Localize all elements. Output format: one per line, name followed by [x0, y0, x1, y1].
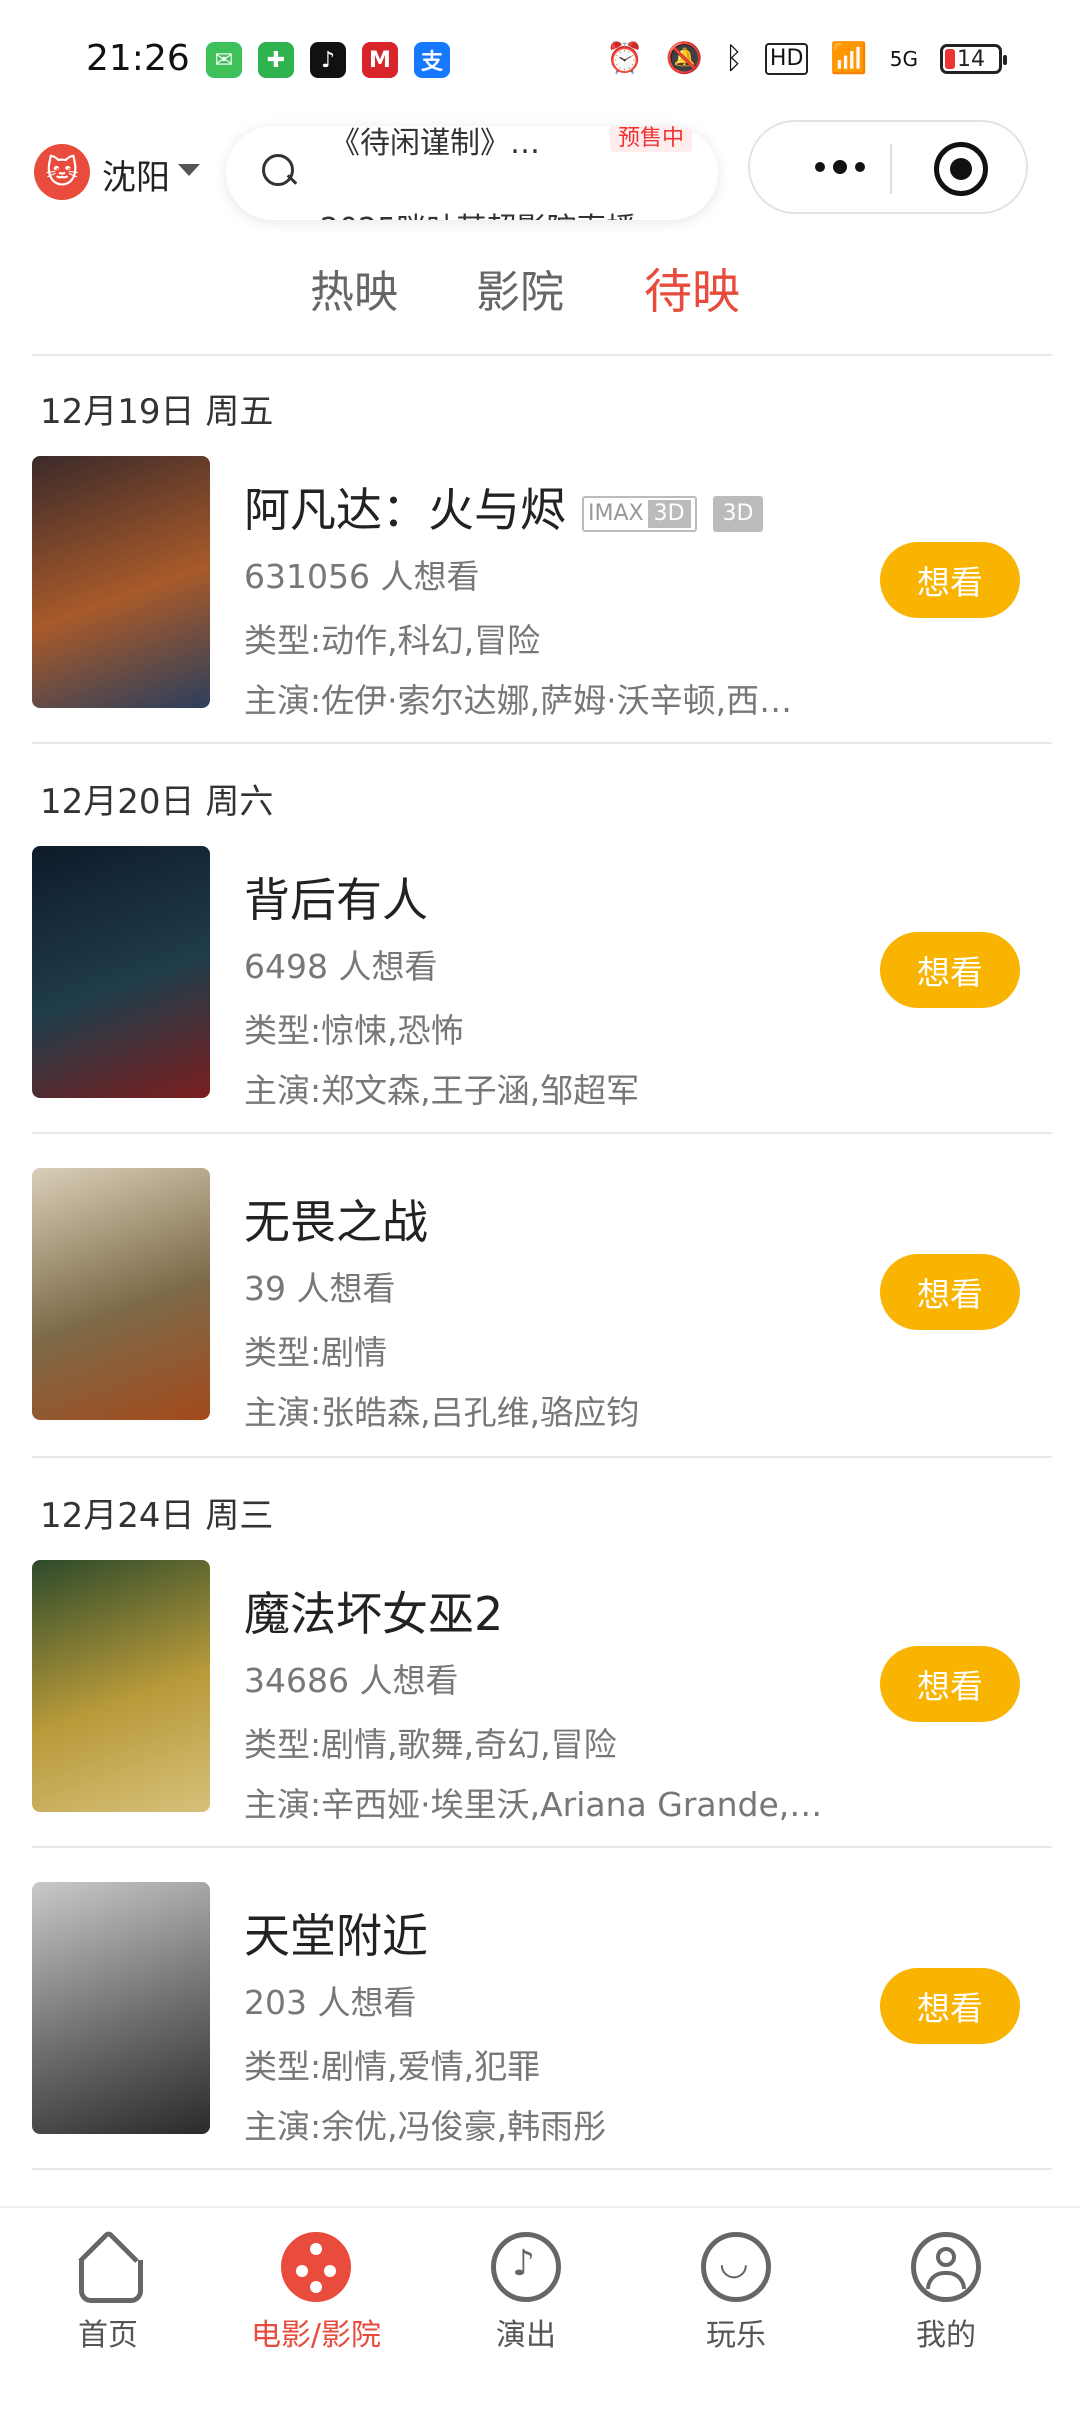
want-count: 34686 人想看 — [244, 1661, 459, 1700]
tabbar-label: 玩乐 — [706, 2318, 766, 2353]
search-hint-line2: 2025咪咕某超影院直播 — [320, 204, 636, 220]
wifi-icon: 📶 — [830, 41, 868, 76]
want-to-see-button[interactable]: 想看 — [880, 1646, 1020, 1722]
movie-poster[interactable] — [32, 1560, 210, 1812]
tag-3d: 3D — [647, 499, 691, 528]
tab-coming-soon[interactable]: 待映 — [644, 252, 740, 322]
group-divider — [32, 1456, 1052, 1458]
date-header: 12月24日 周三 — [40, 1496, 274, 1536]
city-caret-icon[interactable] — [178, 164, 200, 176]
search-hint-line1: 《待闲谨制》… — [330, 126, 540, 161]
want-to-see-button[interactable]: 想看 — [880, 932, 1020, 1008]
bottom-tab-bar: 首页 电影/影院 ♪ 演出 ◡ 玩乐 我的 — [0, 2206, 1080, 2412]
want-count: 203 人想看 — [244, 1983, 417, 2022]
movie-cast: 主演:郑文森,王子涵,邹超军 — [244, 1071, 640, 1110]
tag-imax: IMAX — [588, 500, 644, 526]
tiktok-app-icon: ♪ — [310, 42, 346, 78]
movie-title: 背后有人 — [244, 873, 428, 927]
item-divider — [32, 2168, 1052, 2170]
want-count: 631056 人想看 — [244, 557, 480, 596]
movie-poster[interactable] — [32, 1168, 210, 1420]
tabbar-fun[interactable]: ◡ 玩乐 — [666, 2232, 806, 2354]
battery-level: 14 — [957, 46, 985, 72]
date-header: 12月19日 周五 — [40, 392, 274, 432]
bluetooth-icon: ᛒ — [724, 41, 743, 76]
movie-cast: 主演:辛西娅·埃里沃,Ariana Grande,… — [244, 1785, 823, 1824]
signal-icon: 5G — [889, 47, 918, 71]
tabbar-label: 我的 — [916, 2318, 976, 2353]
movie-genre: 类型:动作,科幻,冒险 — [244, 621, 541, 660]
header: 🐱 沈阳 《待闲谨制》… 预售中 2025咪咕某超影院直播 — [0, 120, 1080, 230]
battery-icon: 14 — [940, 44, 1007, 74]
tabbar-label: 首页 — [78, 2318, 138, 2353]
want-to-see-button[interactable]: 想看 — [880, 542, 1020, 618]
format-tag: 3D — [712, 495, 764, 532]
home-icon — [73, 2232, 143, 2303]
movie-cast: 主演:余优,冯俊豪,韩雨彤 — [244, 2107, 607, 2146]
notification-app-icons: ✉ ✚ ♪ M 支 — [206, 42, 450, 78]
movie-poster[interactable] — [32, 846, 210, 1098]
search-icon — [262, 154, 298, 190]
maoyan-logo-icon[interactable]: 🐱 — [34, 144, 90, 200]
miniapp-capsule — [748, 120, 1028, 214]
movie-cast: 主演:佐伊·索尔达娜,萨姆·沃辛顿,西… — [244, 681, 793, 720]
movie-poster[interactable] — [32, 456, 210, 708]
movie-title: 无畏之战 — [244, 1195, 428, 1249]
film-reel-icon — [281, 2232, 351, 2302]
item-divider — [32, 1132, 1052, 1134]
tabs-divider — [32, 354, 1052, 356]
movie-genre: 类型:剧情 — [244, 1333, 388, 1372]
tabbar-home[interactable]: 首页 — [38, 2232, 178, 2354]
movie-poster[interactable] — [32, 1882, 210, 2134]
mute-icon: 🔕 — [665, 41, 703, 76]
close-miniapp-icon[interactable] — [934, 142, 988, 196]
want-count: 39 人想看 — [244, 1269, 396, 1308]
tabbar-mine[interactable]: 我的 — [876, 2232, 1016, 2354]
tab-now-showing[interactable]: 热映 — [310, 256, 398, 320]
presale-badge: 预售中 — [610, 126, 693, 152]
city-selector[interactable]: 沈阳 — [102, 150, 170, 199]
movie-genre: 类型:剧情,歌舞,奇幻,冒险 — [244, 1725, 617, 1764]
want-to-see-button[interactable]: 想看 — [880, 1968, 1020, 2044]
alipay-app-icon: 支 — [414, 42, 450, 78]
movie-title: 阿凡达：火与烬 — [244, 483, 566, 537]
security-app-icon: ✚ — [258, 42, 294, 78]
tabbar-label: 演出 — [496, 2318, 556, 2353]
system-icons: ⏰ 🔕 ᛒ HD 📶 5G 14 — [606, 40, 1007, 78]
alarm-icon: ⏰ — [606, 41, 644, 76]
tabbar-shows[interactable]: ♪ 演出 — [456, 2232, 596, 2354]
message-app-icon: ✉ — [206, 42, 242, 78]
capsule-separator — [890, 144, 892, 194]
movie-title: 魔法坏女巫2 — [244, 1587, 504, 1641]
hd-icon: HD — [764, 43, 809, 75]
status-time: 21:26 — [86, 38, 190, 79]
movie-title: 天堂附近 — [244, 1909, 428, 1963]
tabbar-label: 电影/影院 — [250, 2318, 382, 2353]
search-bar[interactable]: 《待闲谨制》… 预售中 2025咪咕某超影院直播 — [226, 126, 718, 220]
movie-title-wrap: 阿凡达：火与烬 IMAX 3D 3D — [244, 474, 764, 540]
more-menu-icon[interactable] — [790, 130, 890, 204]
smile-icon: ◡ — [701, 2232, 771, 2302]
movie-genre: 类型:惊悚,恐怖 — [244, 1011, 464, 1050]
date-header: 12月20日 周六 — [40, 782, 274, 822]
tabbar-movies[interactable]: 电影/影院 — [246, 2232, 386, 2354]
status-bar: 21:26 ✉ ✚ ♪ M 支 ⏰ 🔕 ᛒ HD 📶 5G 14 — [0, 0, 1080, 120]
item-divider — [32, 1846, 1052, 1848]
want-count: 6498 人想看 — [244, 947, 438, 986]
category-tabs: 热映 影院 待映 — [0, 240, 1080, 320]
bank-app-icon: M — [362, 42, 398, 78]
movie-cast: 主演:张皓森,吕孔维,骆应钧 — [244, 1393, 640, 1432]
group-divider — [32, 742, 1052, 744]
music-note-icon: ♪ — [491, 2232, 561, 2302]
format-tag: IMAX 3D — [582, 495, 697, 532]
profile-icon — [911, 2232, 981, 2302]
movie-genre: 类型:剧情,爱情,犯罪 — [244, 2047, 541, 2086]
tab-cinemas[interactable]: 影院 — [476, 256, 564, 320]
want-to-see-button[interactable]: 想看 — [880, 1254, 1020, 1330]
